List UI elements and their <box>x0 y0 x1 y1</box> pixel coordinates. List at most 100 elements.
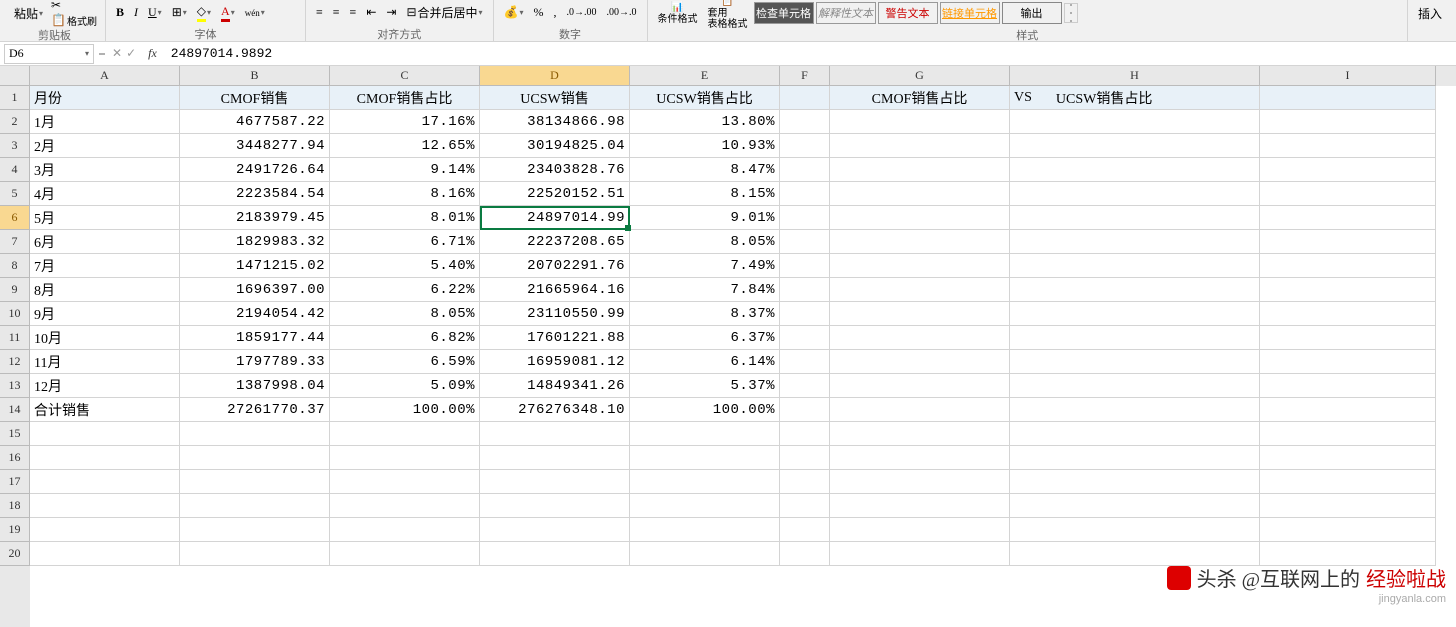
cell-E4[interactable]: 8.47% <box>630 158 780 182</box>
cell-A6[interactable]: 5月 <box>30 206 180 230</box>
cell-H18[interactable] <box>1010 494 1260 518</box>
cell-D4[interactable]: 23403828.76 <box>480 158 630 182</box>
cell-B13[interactable]: 1387998.04 <box>180 374 330 398</box>
enter-icon[interactable]: ✓ <box>126 46 136 61</box>
cell-B19[interactable] <box>180 518 330 542</box>
row-header-5[interactable]: 5 <box>0 182 30 206</box>
cell-I4[interactable] <box>1260 158 1436 182</box>
cell-I14[interactable] <box>1260 398 1436 422</box>
cell-F18[interactable] <box>780 494 830 518</box>
style-check-cell[interactable]: 检查单元格 <box>754 2 814 24</box>
style-warning-text[interactable]: 警告文本 <box>878 2 938 24</box>
cell-C11[interactable]: 6.82% <box>330 326 480 350</box>
cell-I15[interactable] <box>1260 422 1436 446</box>
cell-H14[interactable] <box>1010 398 1260 422</box>
cell-I7[interactable] <box>1260 230 1436 254</box>
cell-D15[interactable] <box>480 422 630 446</box>
cell-F13[interactable] <box>780 374 830 398</box>
cell-H3[interactable] <box>1010 134 1260 158</box>
cell-A3[interactable]: 2月 <box>30 134 180 158</box>
cell-H15[interactable] <box>1010 422 1260 446</box>
cell-D16[interactable] <box>480 446 630 470</box>
row-header-15[interactable]: 15 <box>0 422 30 446</box>
cell-A16[interactable] <box>30 446 180 470</box>
cell-H5[interactable] <box>1010 182 1260 206</box>
row-header-2[interactable]: 2 <box>0 110 30 134</box>
cell-C5[interactable]: 8.16% <box>330 182 480 206</box>
cell-I6[interactable] <box>1260 206 1436 230</box>
select-all-button[interactable] <box>0 66 30 86</box>
align-center-button[interactable]: ≡ <box>329 3 344 22</box>
row-header-8[interactable]: 8 <box>0 254 30 278</box>
cell-I18[interactable] <box>1260 494 1436 518</box>
cell-F15[interactable] <box>780 422 830 446</box>
cell-C3[interactable]: 12.65% <box>330 134 480 158</box>
cell-B12[interactable]: 1797789.33 <box>180 350 330 374</box>
cell-E9[interactable]: 7.84% <box>630 278 780 302</box>
cell-E17[interactable] <box>630 470 780 494</box>
cell-E20[interactable] <box>630 542 780 566</box>
row-header-16[interactable]: 16 <box>0 446 30 470</box>
col-header-C[interactable]: C <box>330 66 480 86</box>
cell-E1[interactable]: UCSW销售占比 <box>630 86 780 110</box>
cell-G3[interactable] <box>830 134 1010 158</box>
indent-dec-button[interactable]: ⇤ <box>362 3 380 22</box>
cell-D8[interactable]: 20702291.76 <box>480 254 630 278</box>
format-painter-button[interactable]: 📋格式刷 <box>49 13 99 28</box>
cell-G17[interactable] <box>830 470 1010 494</box>
phonetic-button[interactable]: wén▾ <box>241 6 269 20</box>
row-header-10[interactable]: 10 <box>0 302 30 326</box>
conditional-format-button[interactable]: 📊条件格式 <box>654 0 702 27</box>
cell-C9[interactable]: 6.22% <box>330 278 480 302</box>
cell-G5[interactable] <box>830 182 1010 206</box>
cell-B20[interactable] <box>180 542 330 566</box>
percent-button[interactable]: % <box>530 3 548 22</box>
cell-D14[interactable]: 276276348.10 <box>480 398 630 422</box>
cell-C19[interactable] <box>330 518 480 542</box>
col-header-B[interactable]: B <box>180 66 330 86</box>
row-header-20[interactable]: 20 <box>0 542 30 566</box>
cell-F11[interactable] <box>780 326 830 350</box>
cell-I8[interactable] <box>1260 254 1436 278</box>
cell-H4[interactable] <box>1010 158 1260 182</box>
cell-C14[interactable]: 100.00% <box>330 398 480 422</box>
cell-E15[interactable] <box>630 422 780 446</box>
cell-A1[interactable]: 月份 <box>30 86 180 110</box>
cell-H13[interactable] <box>1010 374 1260 398</box>
cell-I10[interactable] <box>1260 302 1436 326</box>
cell-E19[interactable] <box>630 518 780 542</box>
cell-B5[interactable]: 2223584.54 <box>180 182 330 206</box>
cell-B10[interactable]: 2194054.42 <box>180 302 330 326</box>
cell-D10[interactable]: 23110550.99 <box>480 302 630 326</box>
paste-button[interactable]: 粘贴▾ <box>10 3 47 24</box>
row-header-9[interactable]: 9 <box>0 278 30 302</box>
cell-G9[interactable] <box>830 278 1010 302</box>
cell-E2[interactable]: 13.80% <box>630 110 780 134</box>
format-painter-button[interactable]: ✂ <box>49 0 99 13</box>
cell-E11[interactable]: 6.37% <box>630 326 780 350</box>
underline-button[interactable]: U▾ <box>144 3 166 22</box>
cell-A5[interactable]: 4月 <box>30 182 180 206</box>
cell-C6[interactable]: 8.01% <box>330 206 480 230</box>
col-header-I[interactable]: I <box>1260 66 1436 86</box>
row-header-13[interactable]: 13 <box>0 374 30 398</box>
cell-D3[interactable]: 30194825.04 <box>480 134 630 158</box>
cell-H16[interactable] <box>1010 446 1260 470</box>
cell-D18[interactable] <box>480 494 630 518</box>
cell-F5[interactable] <box>780 182 830 206</box>
row-header-3[interactable]: 3 <box>0 134 30 158</box>
row-header-7[interactable]: 7 <box>0 230 30 254</box>
cell-G19[interactable] <box>830 518 1010 542</box>
cell-D6[interactable]: 24897014.99 <box>480 206 630 230</box>
cell-B16[interactable] <box>180 446 330 470</box>
cell-E10[interactable]: 8.37% <box>630 302 780 326</box>
cell-D2[interactable]: 38134866.98 <box>480 110 630 134</box>
cell-A20[interactable] <box>30 542 180 566</box>
row-header-19[interactable]: 19 <box>0 518 30 542</box>
cell-G1[interactable]: CMOF销售占比 <box>830 86 1010 110</box>
row-header-12[interactable]: 12 <box>0 350 30 374</box>
cell-F14[interactable] <box>780 398 830 422</box>
cell-F8[interactable] <box>780 254 830 278</box>
cell-G6[interactable] <box>830 206 1010 230</box>
cell-E3[interactable]: 10.93% <box>630 134 780 158</box>
